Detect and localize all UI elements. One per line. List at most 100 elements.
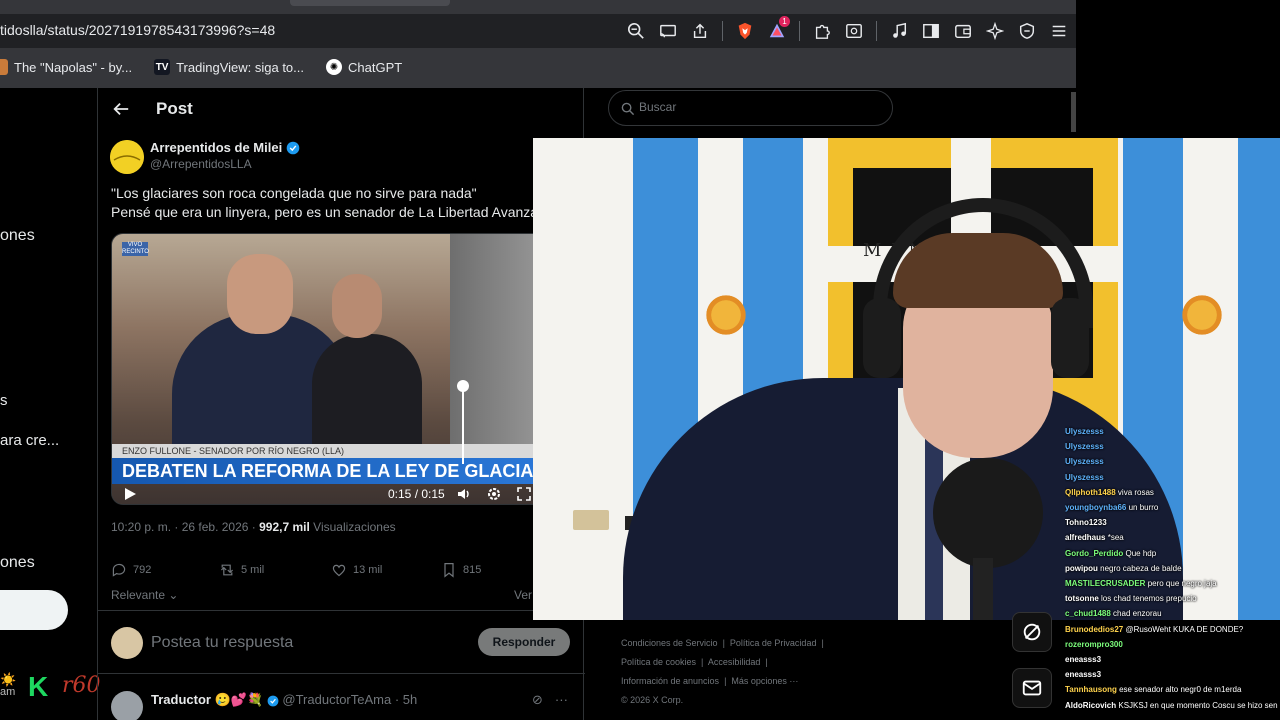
sort-dropdown[interactable]: Relevante ⌄ [111,588,178,602]
chat-username[interactable]: eneasss3 [1065,670,1101,679]
messages-icon[interactable] [1012,668,1052,708]
nav-item-fragment[interactable]: ones [0,554,35,572]
chat-message: AldoRicovich KSJKSJ en que momento Coscu… [1065,698,1280,713]
zoom-icon[interactable] [623,18,649,44]
chat-message: powipou negro cabeza de balde [1065,561,1280,576]
bookmark-icon [444,563,454,578]
sun-of-may-icon [703,292,749,338]
bookmark-napolas[interactable]: The "Napolas" - by... [0,59,132,75]
brave-shield-icon[interactable] [732,18,758,44]
vpn-shield-icon[interactable] [1014,18,1040,44]
repost-action[interactable]: 5 mil [219,562,264,578]
footer-link[interactable]: Más opciones ··· [731,676,798,686]
footer-link[interactable]: Política de cookies [621,657,696,667]
share-icon[interactable] [687,18,713,44]
media-icon[interactable] [886,18,912,44]
volume-knob[interactable] [457,380,469,392]
footer-link[interactable]: Información de anuncios [621,676,719,686]
post-button[interactable] [0,590,68,630]
chat-username[interactable]: Tannhausong [1065,685,1117,694]
tradingview-favicon-icon: TV [154,59,171,75]
chatgpt-favicon-icon: ✺ [326,59,342,75]
settings-gear-icon[interactable] [486,486,502,502]
nav-item-fragment[interactable]: ones [0,227,35,245]
nav-item-fragment[interactable]: s [0,392,8,409]
kick-logo-icon: K [28,671,49,702]
left-nav: ones s ara cre... ones ☀️ am K r60 [0,88,101,720]
r60-logo: r60 [62,673,101,698]
chat-username[interactable]: totsonne [1065,594,1099,603]
footer-link[interactable]: Política de Privacidad [730,638,817,648]
chat-username[interactable]: MASTILECRUSADER [1065,579,1145,588]
headphone-cup [1051,298,1089,378]
like-action[interactable]: 13 mil [331,562,382,578]
volume-slider[interactable] [457,380,469,464]
chat-username[interactable]: Ulyszesss [1065,427,1104,436]
back-arrow-icon[interactable] [112,100,130,118]
grok-icon[interactable]: ⊘ [532,692,543,708]
sidebar-icon[interactable] [918,18,944,44]
fullscreen-icon[interactable] [516,486,532,502]
chat-message: alfredhaus *sea [1065,530,1280,545]
footer-link[interactable]: Accesibilidad [708,657,761,667]
url-text[interactable]: tidoslla/status/2027191978543173996?s=48 [0,22,275,38]
reply-author[interactable]: Traductor 🥲💕💐 @TraductorTeAma · 5h [151,692,417,708]
chat-username[interactable]: Brunodedios27 [1065,625,1123,634]
substack-favicon-icon [0,59,8,75]
chat-text: los chad tenemos prepucio [1101,594,1197,604]
footer-links: Condiciones de Servicio | Política de Pr… [621,638,824,705]
chat-username[interactable]: youngboynba66 [1065,503,1126,512]
page-title: Post [156,99,193,118]
brave-rewards-icon[interactable]: 1 [764,16,790,44]
wallet-icon[interactable] [950,18,976,44]
more-icon[interactable]: ··· [555,692,568,708]
tab-fragment[interactable] [290,0,450,6]
chat-username[interactable]: Ulyszesss [1065,473,1104,482]
verified-badge-icon [267,695,279,706]
menu-icon[interactable] [1046,18,1072,44]
volume-icon[interactable] [456,486,472,502]
chat-username[interactable]: alfredhaus [1065,533,1105,542]
search-box[interactable] [608,90,893,126]
chat-username[interactable]: AldoRicovich [1065,701,1116,710]
author-name[interactable]: Arrepentidos de Milei [150,140,300,155]
chat-username[interactable]: Tohno1233 [1065,518,1107,527]
play-icon[interactable] [122,486,138,502]
author-avatar[interactable] [110,140,144,174]
bookmark-chatgpt[interactable]: ✺ ChatGPT [326,59,402,75]
bookmark-action[interactable]: 815 [441,562,481,578]
toolbar-separator [799,21,800,41]
reply-button[interactable]: Responder [478,628,570,656]
tweet-meta: 10:20 p. m. · 26 feb. 2026 · 992,7 mil V… [111,520,396,534]
ver-link[interactable]: Ver [514,588,532,602]
chat-message: eneasss3 [1065,652,1280,667]
tweet-text-line: Pensé que era un linyera, pero es un sen… [111,204,539,220]
reply-input[interactable]: Postea tu respuesta [151,634,293,652]
chat-username[interactable]: Ulyszesss [1065,442,1104,451]
chat-message: Tohno1233 [1065,515,1280,530]
leo-ai-icon[interactable] [982,18,1008,44]
search-tabs-icon[interactable] [841,18,867,44]
chat-username[interactable]: powipou [1065,564,1098,573]
grok-icon[interactable] [1012,612,1052,652]
mic-stand [973,558,993,620]
extensions-icon[interactable] [809,18,835,44]
reply-action[interactable]: 792 [111,562,151,578]
avatar[interactable] [111,627,143,659]
bookmark-tradingview[interactable]: TV TradingView: siga to... [154,59,304,75]
cast-icon[interactable] [655,18,681,44]
video-player[interactable]: VIVO RECINTO ENZO FULLONE - SENADOR POR … [111,233,551,505]
avatar[interactable] [111,691,143,720]
nav-item-fragment[interactable]: ara cre... [0,432,59,449]
chat-username[interactable]: c_chud1488 [1065,609,1111,618]
chat-username[interactable]: rozerompro300 [1065,640,1123,649]
chat-username[interactable]: Qllphoth1488 [1065,488,1116,497]
scrollbar[interactable] [1071,92,1076,132]
chat-username[interactable]: Gordo_Perdido [1065,549,1123,558]
chat-username[interactable]: eneasss3 [1065,655,1101,664]
footer-link[interactable]: Condiciones de Servicio [621,638,718,648]
search-input[interactable] [639,100,879,114]
sun-logo-icon [110,140,144,174]
chat-username[interactable]: Ulyszesss [1065,457,1104,466]
author-handle[interactable]: @ArrepentidosLLA [150,157,252,171]
